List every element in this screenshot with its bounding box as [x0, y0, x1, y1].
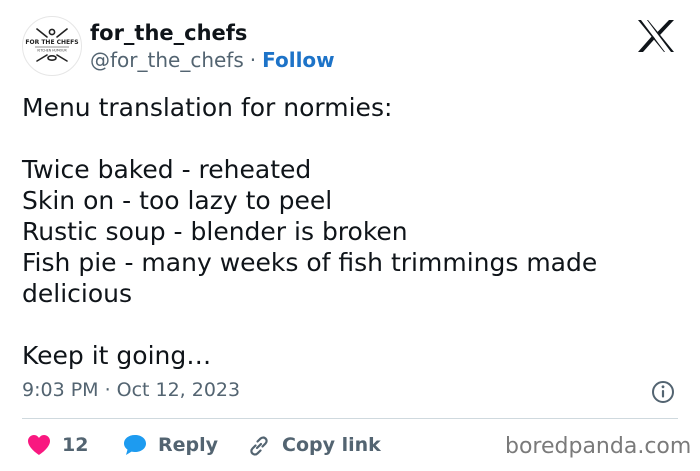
link-icon: [250, 436, 268, 456]
tweet-card: FOR THE CHEFS KITCHEN HUMOUR for_the_che…: [0, 0, 700, 471]
watermark: boredpanda.com: [505, 434, 692, 459]
post-time: 9:03 PM: [22, 379, 99, 401]
x-logo-icon[interactable]: [636, 18, 676, 54]
tweet-line: Skin on - too lazy to peel: [22, 186, 333, 215]
timestamp[interactable]: 9:03 PM · Oct 12, 2023: [22, 378, 240, 402]
display-name[interactable]: for_the_chefs: [90, 20, 247, 46]
info-icon[interactable]: [651, 380, 675, 404]
tweet-line: Keep it going…: [22, 341, 212, 370]
handle-row: @for_the_chefs · Follow: [90, 48, 335, 72]
tweet-line: delicious: [22, 279, 132, 308]
like-count: 12: [62, 434, 89, 456]
tweet-line: Rustic soup - blender is broken: [22, 217, 408, 246]
tweet-line: Menu translation for normies:: [22, 93, 393, 122]
handle-separator: ·: [249, 48, 257, 72]
like-button[interactable]: 12: [26, 432, 88, 458]
timestamp-separator: ·: [104, 379, 111, 401]
divider: [22, 418, 678, 419]
heart-icon: [28, 435, 50, 455]
post-date: Oct 12, 2023: [116, 379, 241, 401]
copy-link-button[interactable]: Copy link: [246, 432, 381, 458]
tweet-text: Menu translation for normies: Twice bake…: [22, 92, 672, 371]
chef-logo-icon: FOR THE CHEFS KITCHEN HUMOUR: [25, 28, 79, 62]
tweet-line: Fish pie - many weeks of fish trimmings …: [22, 248, 598, 277]
tweet-line: Twice baked - reheated: [22, 155, 312, 184]
reply-label: Reply: [158, 434, 219, 456]
svg-text:FOR THE CHEFS: FOR THE CHEFS: [25, 39, 78, 46]
svg-text:KITCHEN HUMOUR: KITCHEN HUMOUR: [37, 49, 67, 53]
follow-button[interactable]: Follow: [262, 48, 335, 72]
reply-button[interactable]: Reply: [122, 432, 218, 458]
user-handle[interactable]: @for_the_chefs: [90, 48, 244, 72]
avatar[interactable]: FOR THE CHEFS KITCHEN HUMOUR: [22, 16, 82, 76]
copy-link-label: Copy link: [282, 434, 381, 456]
speech-bubble-icon: [124, 435, 146, 455]
